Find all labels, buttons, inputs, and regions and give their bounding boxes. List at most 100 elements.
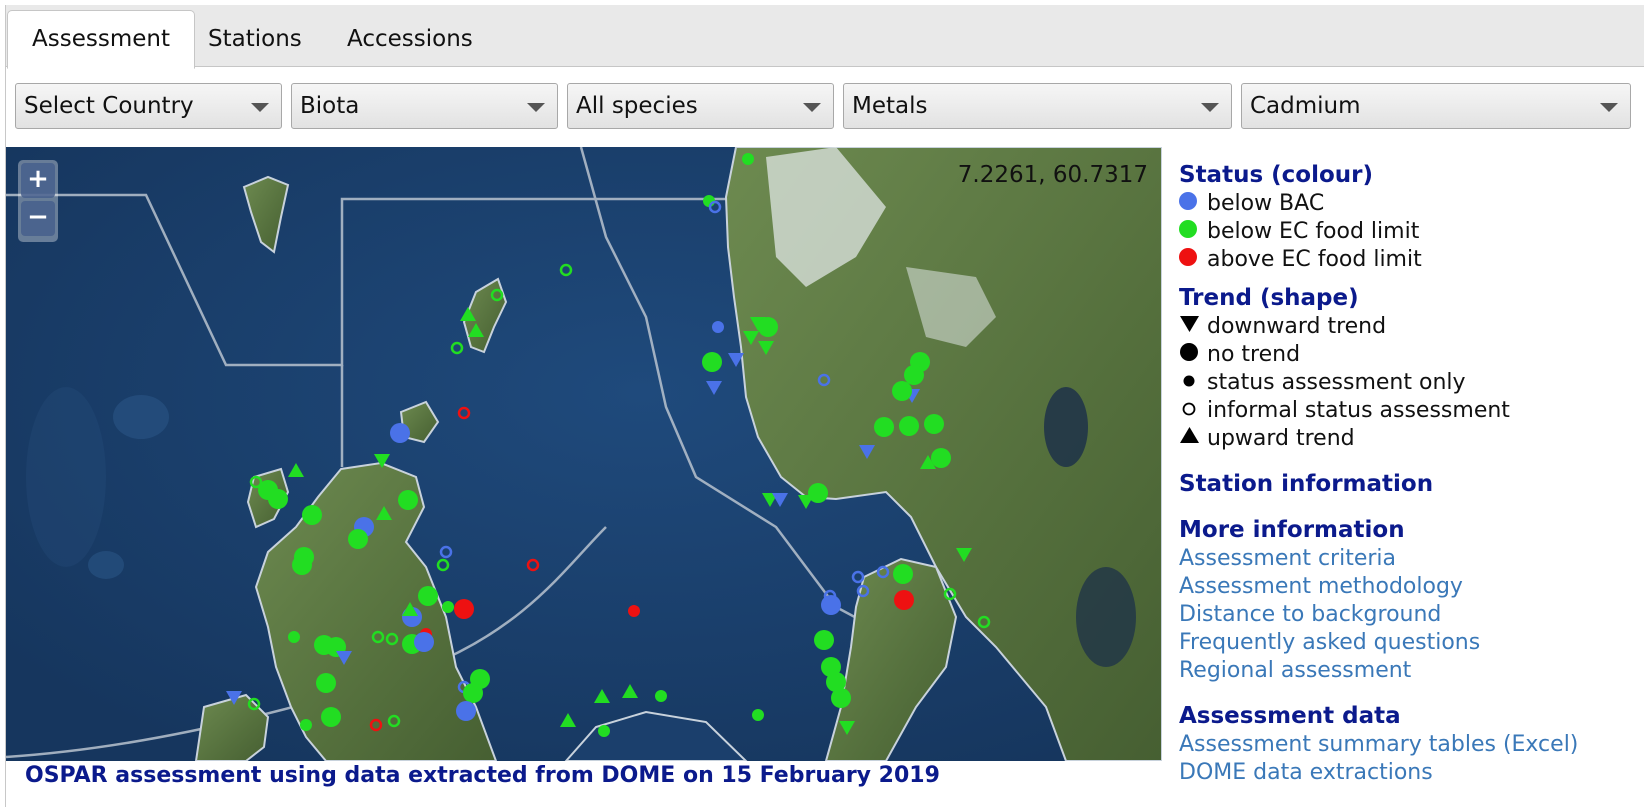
station-marker[interactable]: [371, 630, 385, 644]
station-marker[interactable]: [442, 601, 454, 613]
determinand-select[interactable]: Cadmium: [1241, 83, 1631, 129]
station-marker[interactable]: [418, 586, 438, 606]
station-marker[interactable]: [622, 684, 638, 698]
station-marker[interactable]: [899, 416, 919, 436]
station-marker[interactable]: [247, 697, 261, 711]
station-marker[interactable]: [851, 570, 865, 584]
station-marker[interactable]: [288, 631, 300, 643]
station-marker[interactable]: [288, 463, 304, 477]
station-marker[interactable]: [398, 490, 418, 510]
station-marker[interactable]: [348, 529, 368, 549]
station-marker[interactable]: [874, 417, 894, 437]
station-marker[interactable]: [390, 423, 410, 443]
station-marker[interactable]: [468, 323, 484, 337]
link-assessment-criteria[interactable]: Assessment criteria: [1179, 545, 1639, 573]
station-marker[interactable]: [385, 632, 399, 646]
link-faq[interactable]: Frequently asked questions: [1179, 629, 1639, 657]
link-distance-to-background[interactable]: Distance to background: [1179, 601, 1639, 629]
station-marker[interactable]: [456, 701, 476, 721]
station-marker[interactable]: [655, 690, 667, 702]
legend-shape-status-only: [1183, 375, 1195, 387]
station-marker[interactable]: [817, 373, 831, 387]
station-marker[interactable]: [758, 317, 778, 337]
country-select-value: Select Country: [24, 93, 194, 119]
station-marker[interactable]: [439, 545, 453, 559]
station-marker[interactable]: [559, 263, 573, 277]
legend-shape-no-trend: [1180, 343, 1198, 361]
station-marker[interactable]: [931, 448, 951, 468]
station-marker[interactable]: [892, 381, 912, 401]
station-marker[interactable]: [956, 548, 972, 562]
link-dome-extractions[interactable]: DOME data extractions: [1179, 759, 1639, 787]
station-marker[interactable]: [943, 587, 957, 601]
station-marker[interactable]: [300, 719, 312, 731]
station-marker[interactable]: [436, 558, 450, 572]
species-select[interactable]: All species: [567, 83, 834, 129]
zoom-out-button[interactable]: −: [21, 201, 55, 236]
station-marker[interactable]: [369, 718, 383, 732]
station-marker[interactable]: [560, 713, 576, 727]
zoom-in-button[interactable]: +: [21, 163, 55, 198]
station-marker[interactable]: [752, 709, 764, 721]
station-marker[interactable]: [821, 595, 841, 615]
station-marker[interactable]: [876, 565, 890, 579]
small-circle-icon: [1183, 375, 1195, 387]
station-marker[interactable]: [904, 365, 924, 385]
station-marker[interactable]: [708, 200, 722, 214]
station-marker[interactable]: [839, 721, 855, 735]
tab-accessions[interactable]: Accessions: [323, 11, 497, 67]
station-marker[interactable]: [594, 689, 610, 703]
station-marker[interactable]: [703, 195, 715, 207]
tab-assessment[interactable]: Assessment: [7, 10, 195, 69]
link-summary-tables[interactable]: Assessment summary tables (Excel): [1179, 731, 1639, 759]
station-marker[interactable]: [226, 691, 242, 705]
station-marker[interactable]: [314, 635, 334, 655]
station-marker[interactable]: [460, 307, 476, 321]
link-regional-assessment[interactable]: Regional assessment: [1179, 657, 1639, 685]
station-marker[interactable]: [463, 683, 483, 703]
station-marker[interactable]: [924, 414, 944, 434]
station-marker[interactable]: [856, 584, 870, 598]
station-marker[interactable]: [758, 341, 774, 355]
station-marker[interactable]: [977, 615, 991, 629]
station-marker[interactable]: [376, 506, 392, 520]
station-marker[interactable]: [414, 632, 434, 652]
station-marker[interactable]: [831, 688, 851, 708]
station-marker[interactable]: [598, 725, 610, 737]
station-marker[interactable]: [628, 605, 640, 617]
station-marker[interactable]: [374, 454, 390, 468]
station-marker[interactable]: [859, 445, 875, 459]
station-marker[interactable]: [316, 673, 336, 693]
station-marker[interactable]: [772, 493, 788, 507]
tab-stations[interactable]: Stations: [184, 11, 326, 67]
station-marker[interactable]: [893, 564, 913, 584]
station-marker[interactable]: [894, 590, 914, 610]
station-marker[interactable]: [712, 321, 724, 333]
group-select[interactable]: Metals: [843, 83, 1232, 129]
station-marker[interactable]: [450, 341, 464, 355]
station-marker[interactable]: [302, 505, 322, 525]
station-marker[interactable]: [742, 153, 754, 165]
station-marker[interactable]: [808, 483, 828, 503]
station-marker[interactable]: [292, 555, 312, 575]
station-marker[interactable]: [454, 599, 474, 619]
station-marker[interactable]: [814, 630, 834, 650]
country-select[interactable]: Select Country: [15, 83, 282, 129]
legend-label: below EC food limit: [1207, 219, 1420, 244]
station-marker[interactable]: [336, 651, 352, 665]
link-assessment-methodology[interactable]: Assessment methodology: [1179, 573, 1639, 601]
station-marker[interactable]: [457, 406, 471, 420]
station-marker[interactable]: [743, 331, 759, 345]
station-marker[interactable]: [321, 707, 341, 727]
station-marker[interactable]: [490, 288, 504, 302]
matrix-select[interactable]: Biota: [291, 83, 558, 129]
station-marker[interactable]: [706, 381, 722, 395]
green-circle-icon: [1179, 220, 1197, 238]
station-layer[interactable]: [6, 147, 1162, 761]
station-marker[interactable]: [702, 352, 722, 372]
station-marker[interactable]: [526, 558, 540, 572]
map-viewport[interactable]: + − 7.2261, 60.7317: [6, 147, 1162, 761]
station-marker[interactable]: [728, 353, 744, 367]
station-marker[interactable]: [268, 489, 288, 509]
station-marker[interactable]: [387, 714, 401, 728]
